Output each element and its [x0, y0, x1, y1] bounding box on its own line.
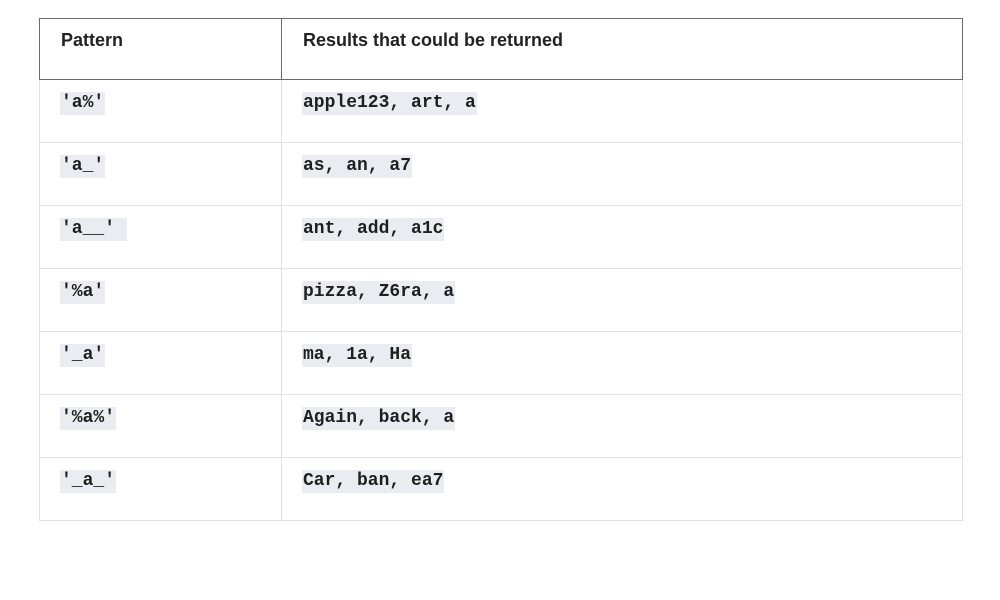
table-row: 'a__' ant, add, a1c	[39, 205, 963, 269]
pattern-code: '%a%'	[60, 407, 117, 430]
results-cell: Again, back, a	[281, 394, 963, 458]
results-code: apple123, art, a	[302, 92, 477, 115]
table-header: Pattern Results that could be returned	[39, 18, 963, 80]
results-cell: Car, ban, ea7	[281, 457, 963, 521]
pattern-code: '_a_'	[60, 470, 117, 493]
results-code: pizza, Z6ra, a	[302, 281, 456, 304]
pattern-code: '_a'	[60, 344, 106, 367]
table-row: '_a' ma, 1a, Ha	[39, 331, 963, 395]
table-row: 'a_' as, an, a7	[39, 142, 963, 206]
table-row: 'a%' apple123, art, a	[39, 79, 963, 143]
table-row: '%a%' Again, back, a	[39, 394, 963, 458]
results-code: ma, 1a, Ha	[302, 344, 413, 367]
pattern-cell: 'a__'	[39, 205, 282, 269]
results-code: Again, back, a	[302, 407, 456, 430]
pattern-code: 'a%'	[60, 92, 106, 115]
pattern-cell: '_a'	[39, 331, 282, 395]
like-patterns-table-container: Pattern Results that could be returned '…	[39, 18, 963, 521]
header-results: Results that could be returned	[281, 18, 963, 80]
pattern-cell: '%a%'	[39, 394, 282, 458]
header-pattern: Pattern	[39, 18, 282, 80]
results-cell: pizza, Z6ra, a	[281, 268, 963, 332]
pattern-cell: 'a_'	[39, 142, 282, 206]
table-body: 'a%' apple123, art, a 'a_' as, an, a7 'a…	[39, 79, 963, 521]
pattern-cell: '%a'	[39, 268, 282, 332]
pattern-code: 'a__'	[60, 218, 127, 241]
results-code: as, an, a7	[302, 155, 413, 178]
table-row: '_a_' Car, ban, ea7	[39, 457, 963, 521]
results-cell: ma, 1a, Ha	[281, 331, 963, 395]
like-patterns-table: Pattern Results that could be returned '…	[39, 18, 963, 521]
pattern-cell: '_a_'	[39, 457, 282, 521]
table-row: '%a' pizza, Z6ra, a	[39, 268, 963, 332]
pattern-cell: 'a%'	[39, 79, 282, 143]
pattern-code: '%a'	[60, 281, 106, 304]
results-code: Car, ban, ea7	[302, 470, 445, 493]
header-row: Pattern Results that could be returned	[39, 18, 963, 80]
results-code: ant, add, a1c	[302, 218, 445, 241]
pattern-code: 'a_'	[60, 155, 106, 178]
results-cell: as, an, a7	[281, 142, 963, 206]
results-cell: apple123, art, a	[281, 79, 963, 143]
results-cell: ant, add, a1c	[281, 205, 963, 269]
